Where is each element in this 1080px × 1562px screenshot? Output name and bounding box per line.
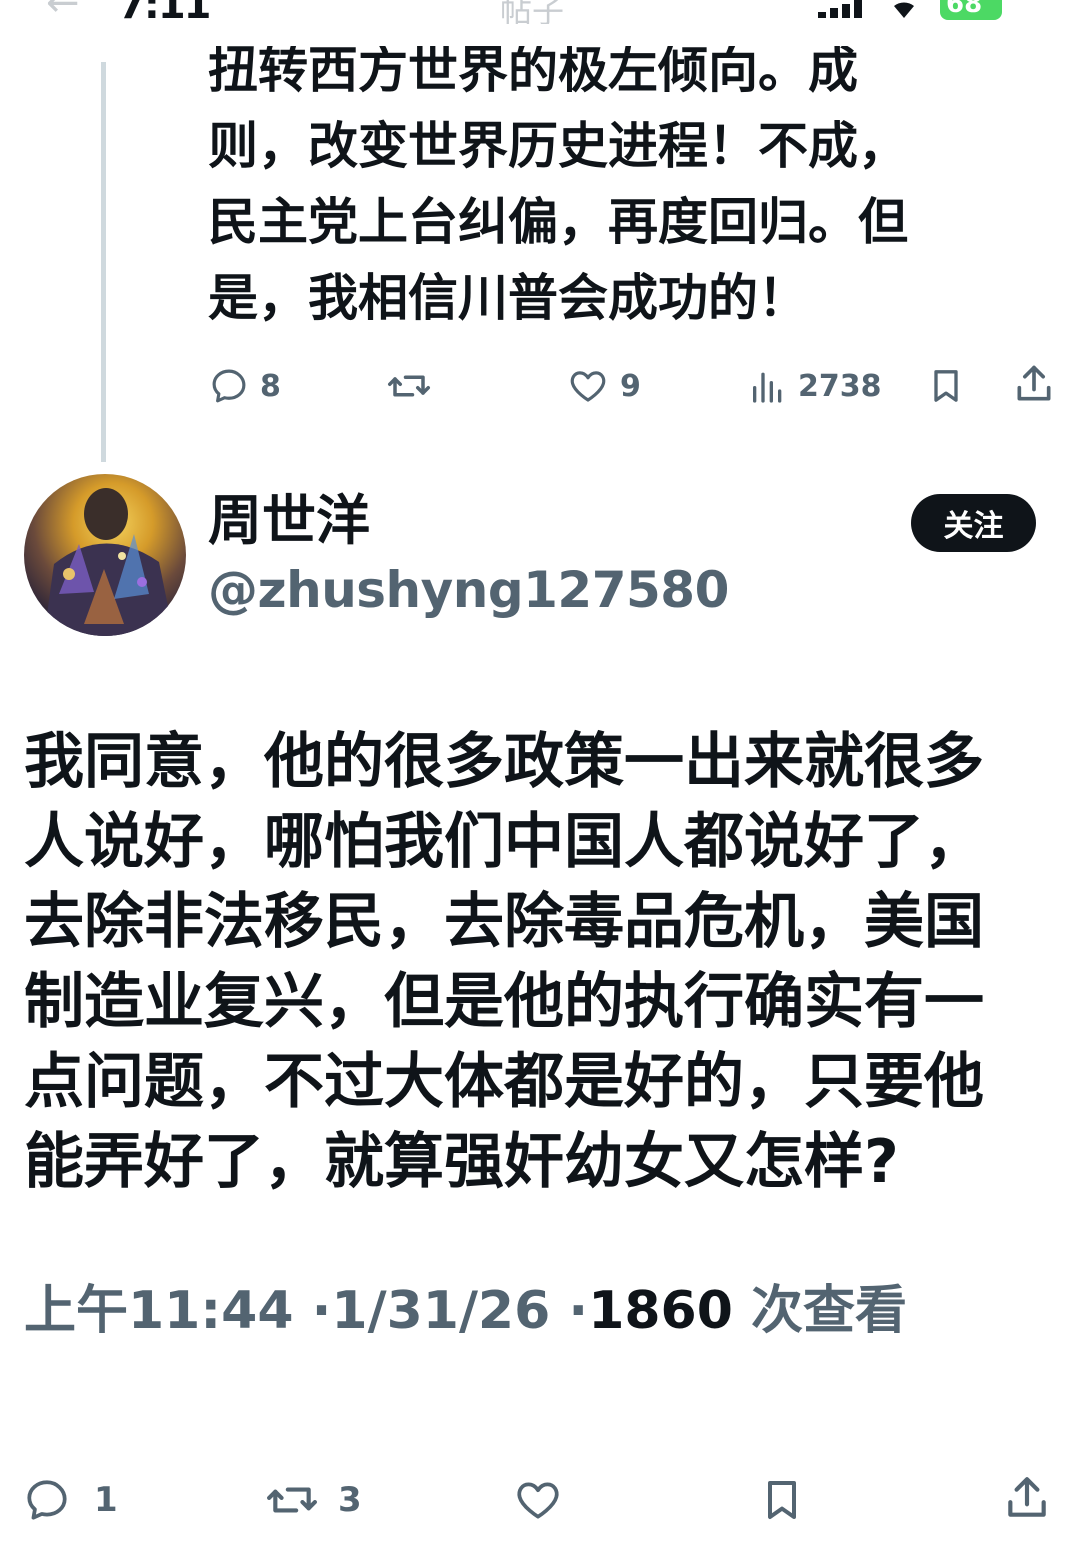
previous-tweet-line: 扭转西方世界的极左倾向。成 <box>208 46 858 99</box>
share-button[interactable] <box>1002 1472 1052 1524</box>
previous-tweet-text: 扭转西方世界的极左倾向。成 则，改变世界历史进程！不成， 民主党上台纠偏，再度回… <box>208 46 998 336</box>
like-count: 9 <box>620 368 641 404</box>
signal-icon <box>818 0 868 20</box>
bookmark-icon <box>768 1481 796 1519</box>
avatar[interactable] <box>24 474 186 636</box>
thread-line <box>101 62 106 462</box>
tweet-text-line: 制造业复兴，但是他的执行确实有一 <box>24 967 984 1037</box>
wifi-icon <box>894 2 914 18</box>
heart-icon <box>517 1482 559 1519</box>
reply-icon <box>212 369 246 403</box>
reply-count: 1 <box>94 1480 118 1520</box>
repost-count: 3 <box>338 1480 362 1520</box>
tweet-text-line: 人说好，哪怕我们中国人都说好了， <box>24 807 984 877</box>
view-count: 2738 <box>798 368 882 404</box>
previous-views-button[interactable]: 2738 <box>748 364 882 408</box>
tweet-view-label: 次查看 <box>751 1281 908 1341</box>
page-title: 帖子 <box>500 0 565 24</box>
tweet-meta: 上午11:44 ·1/31/26 ·1860 次查看 <box>24 1278 907 1344</box>
share-icon <box>1017 365 1051 401</box>
tweet-text-line: 我同意，他的很多政策一出来就很多 <box>24 727 984 797</box>
tweet-text-line: 能弄好了，就算强奸幼女又怎样? <box>24 1127 899 1197</box>
tweet-text-line: 点问题，不过大体都是好的，只要他 <box>24 1047 984 1117</box>
display-name[interactable]: 周世洋 <box>208 488 370 554</box>
previous-tweet-line: 是，我相信川普会成功的！ <box>208 269 808 327</box>
reply-icon <box>27 1480 67 1520</box>
tweet-view-count: 1860 <box>588 1281 733 1341</box>
status-bar: ← 7:11 帖子 68 <box>0 0 1080 24</box>
reply-button[interactable]: 1 <box>22 1474 118 1526</box>
tweet-text: 我同意，他的很多政策一出来就很多 人说好，哪怕我们中国人都说好了， 去除非法移民… <box>24 722 1024 1202</box>
status-time: 7:11 <box>118 0 211 24</box>
bookmark-button[interactable] <box>758 1474 806 1526</box>
repost-icon <box>388 375 430 397</box>
previous-tweet-line: 则，改变世界历史进程！不成， <box>208 117 908 175</box>
separator: · <box>568 1281 589 1341</box>
battery-level: 68 <box>946 0 983 19</box>
previous-share-button[interactable] <box>1012 362 1056 406</box>
previous-repost-button[interactable] <box>386 364 432 408</box>
previous-tweet-line: 民主党上台纠偏，再度回归。但 <box>208 193 908 251</box>
tweet-date[interactable]: 1/31/26 <box>331 1281 550 1341</box>
previous-like-button[interactable]: 9 <box>566 364 641 408</box>
user-handle[interactable]: @zhushyng127580 <box>208 558 729 622</box>
back-arrow-icon[interactable]: ← <box>46 0 80 24</box>
tweet-text-line: 去除非法移民，去除毒品危机，美国 <box>24 887 984 957</box>
separator: · <box>311 1281 332 1341</box>
like-button[interactable] <box>512 1474 564 1526</box>
bookmark-icon <box>934 370 958 402</box>
avatar-image <box>24 474 186 636</box>
tweet-time[interactable]: 上午11:44 <box>24 1281 294 1341</box>
reply-count: 8 <box>260 368 281 404</box>
share-icon <box>1008 1477 1046 1517</box>
previous-bookmark-button[interactable] <box>926 364 966 408</box>
views-icon <box>753 372 782 403</box>
repost-button[interactable]: 3 <box>264 1474 362 1526</box>
repost-icon <box>267 1487 317 1513</box>
previous-reply-button[interactable]: 8 <box>208 364 281 408</box>
battery-indicator: 68 <box>940 0 1002 20</box>
follow-button[interactable]: 关注 <box>911 494 1036 552</box>
heart-icon <box>570 371 606 402</box>
